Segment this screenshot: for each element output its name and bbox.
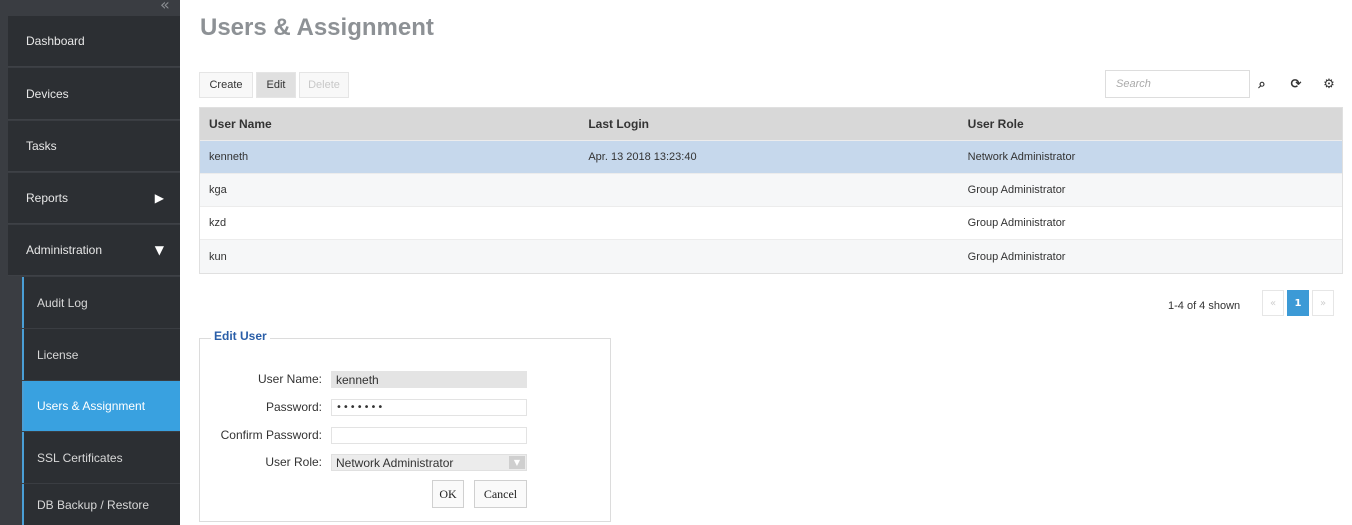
column-header-user-name[interactable]: User Name	[200, 117, 579, 131]
sidebar-subitem-label: Audit Log	[37, 295, 88, 310]
cell-user-role: Group Administrator	[967, 217, 1066, 229]
sidebar-subitem-audit-log[interactable]: Audit Log	[22, 277, 180, 328]
edit-button[interactable]: Edit	[256, 72, 296, 98]
pager-status: 1-4 of 4 shown	[1168, 300, 1241, 312]
sidebar-subitem-users-assignment[interactable]: Users & Assignment	[22, 381, 180, 431]
cancel-button[interactable]: Cancel	[474, 480, 527, 508]
sidebar-item-label: Dashboard	[26, 34, 85, 48]
pager-next-button[interactable]: »	[1312, 290, 1334, 316]
collapse-sidebar-icon[interactable]: «	[160, 0, 170, 14]
user-role-value: Network Administrator	[336, 455, 454, 470]
column-header-user-role[interactable]: User Role	[959, 117, 1342, 131]
gear-icon[interactable]: ⚙	[1318, 73, 1340, 95]
confirm-password-field[interactable]	[331, 427, 527, 444]
username-label: User Name:	[257, 372, 322, 386]
create-button[interactable]: Create	[199, 72, 253, 98]
ok-button[interactable]: OK	[432, 480, 464, 508]
cell-user-role: Group Administrator	[967, 250, 1066, 263]
sidebar-item-label: Administration	[26, 243, 103, 257]
table-row[interactable]: kga Group Administrator	[200, 174, 1342, 207]
collapse-arrow-icon: ▼	[154, 243, 164, 257]
sidebar-item-label: Devices	[26, 86, 69, 101]
table-header-row: User Name Last Login User Role	[200, 108, 1342, 141]
cell-user-name: kenneth	[209, 151, 249, 163]
cell-last-login: Apr. 13 2018 13:23:40	[588, 151, 697, 163]
username-field[interactable]: kenneth	[331, 371, 527, 388]
password-field[interactable]: •••••••	[331, 399, 527, 416]
user-role-label: User Role:	[265, 455, 322, 469]
table-row[interactable]: kenneth Apr. 13 2018 13:23:40 Network Ad…	[200, 141, 1342, 174]
sidebar-subitem-label: DB Backup / Restore	[37, 497, 150, 512]
sidebar-item-dashboard[interactable]: Dashboard	[8, 16, 180, 67]
confirm-password-label: Confirm Password:	[220, 428, 322, 442]
password-label: Password:	[265, 400, 322, 414]
pager-page-button[interactable]: 1	[1287, 290, 1309, 316]
cell-user-name: kzd	[209, 217, 227, 229]
user-role-select[interactable]: Network Administrator ▼	[331, 454, 527, 471]
cell-user-role: Group Administrator	[967, 184, 1066, 196]
search-icon[interactable]: ⌕	[1251, 73, 1273, 95]
sidebar-subitem-label: Users & Assignment	[37, 399, 146, 413]
cell-user-role: Network Administrator	[967, 151, 1076, 163]
sidebar-subitem-label: License	[37, 347, 79, 362]
search-input[interactable]: Search	[1105, 70, 1250, 98]
edit-user-legend: Edit User	[211, 329, 270, 343]
sidebar-item-tasks[interactable]: Tasks	[8, 121, 180, 172]
users-table: User Name Last Login User Role kenneth A…	[199, 107, 1343, 274]
chevron-down-icon: ▼	[509, 456, 525, 469]
sidebar: « Dashboard Devices Tasks Reports ▶ Admi…	[0, 0, 180, 525]
refresh-icon[interactable]: ⟳	[1285, 73, 1307, 95]
sidebar-item-label: Tasks	[26, 139, 57, 153]
sidebar-item-label: Reports	[26, 191, 69, 205]
sidebar-item-administration[interactable]: Administration ▼	[8, 225, 180, 276]
sidebar-subitem-label: SSL Certificates	[37, 450, 123, 465]
table-row[interactable]: kzd Group Administrator	[200, 207, 1342, 240]
sidebar-item-reports[interactable]: Reports ▶	[8, 173, 180, 224]
cell-user-name: kun	[209, 250, 227, 263]
column-header-last-login[interactable]: Last Login	[579, 117, 958, 131]
page-title: Users & Assignment	[200, 14, 434, 41]
sidebar-subitem-license[interactable]: License	[22, 329, 180, 380]
table-row[interactable]: kun Group Administrator	[200, 240, 1342, 273]
sidebar-subitem-ssl-certificates[interactable]: SSL Certificates	[22, 432, 180, 483]
cell-user-name: kga	[209, 184, 227, 196]
delete-button[interactable]: Delete	[299, 72, 349, 98]
expand-arrow-icon: ▶	[154, 191, 164, 205]
sidebar-item-devices[interactable]: Devices	[8, 68, 180, 120]
sidebar-subitem-db-backup-restore[interactable]: DB Backup / Restore	[22, 484, 180, 525]
pager-prev-button[interactable]: «	[1262, 290, 1284, 316]
